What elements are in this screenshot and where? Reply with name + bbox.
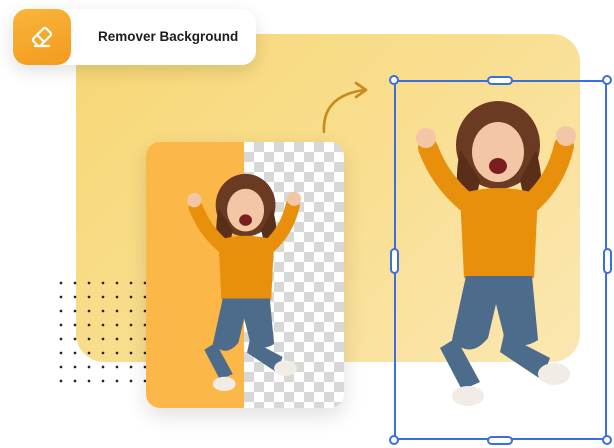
feature-title: Remover Background — [98, 29, 239, 44]
jumping-woman-small — [187, 173, 302, 392]
resize-handle-bottom-left[interactable] — [389, 435, 399, 445]
resize-handle-bottom-right[interactable] — [602, 435, 612, 445]
resize-handle-top-right[interactable] — [602, 75, 612, 85]
resize-handle-top[interactable] — [487, 76, 513, 85]
resize-handle-bottom[interactable] — [487, 436, 513, 445]
resize-handle-left[interactable] — [390, 248, 399, 274]
feature-label-card: Remover Background — [12, 9, 256, 65]
curved-arrow-icon — [322, 81, 368, 134]
before-preview-card — [146, 142, 344, 408]
selection-frame[interactable] — [394, 80, 607, 440]
dot-pattern — [54, 276, 150, 386]
eraser-icon — [13, 9, 71, 65]
resize-handle-right[interactable] — [603, 248, 612, 274]
resize-handle-top-left[interactable] — [389, 75, 399, 85]
